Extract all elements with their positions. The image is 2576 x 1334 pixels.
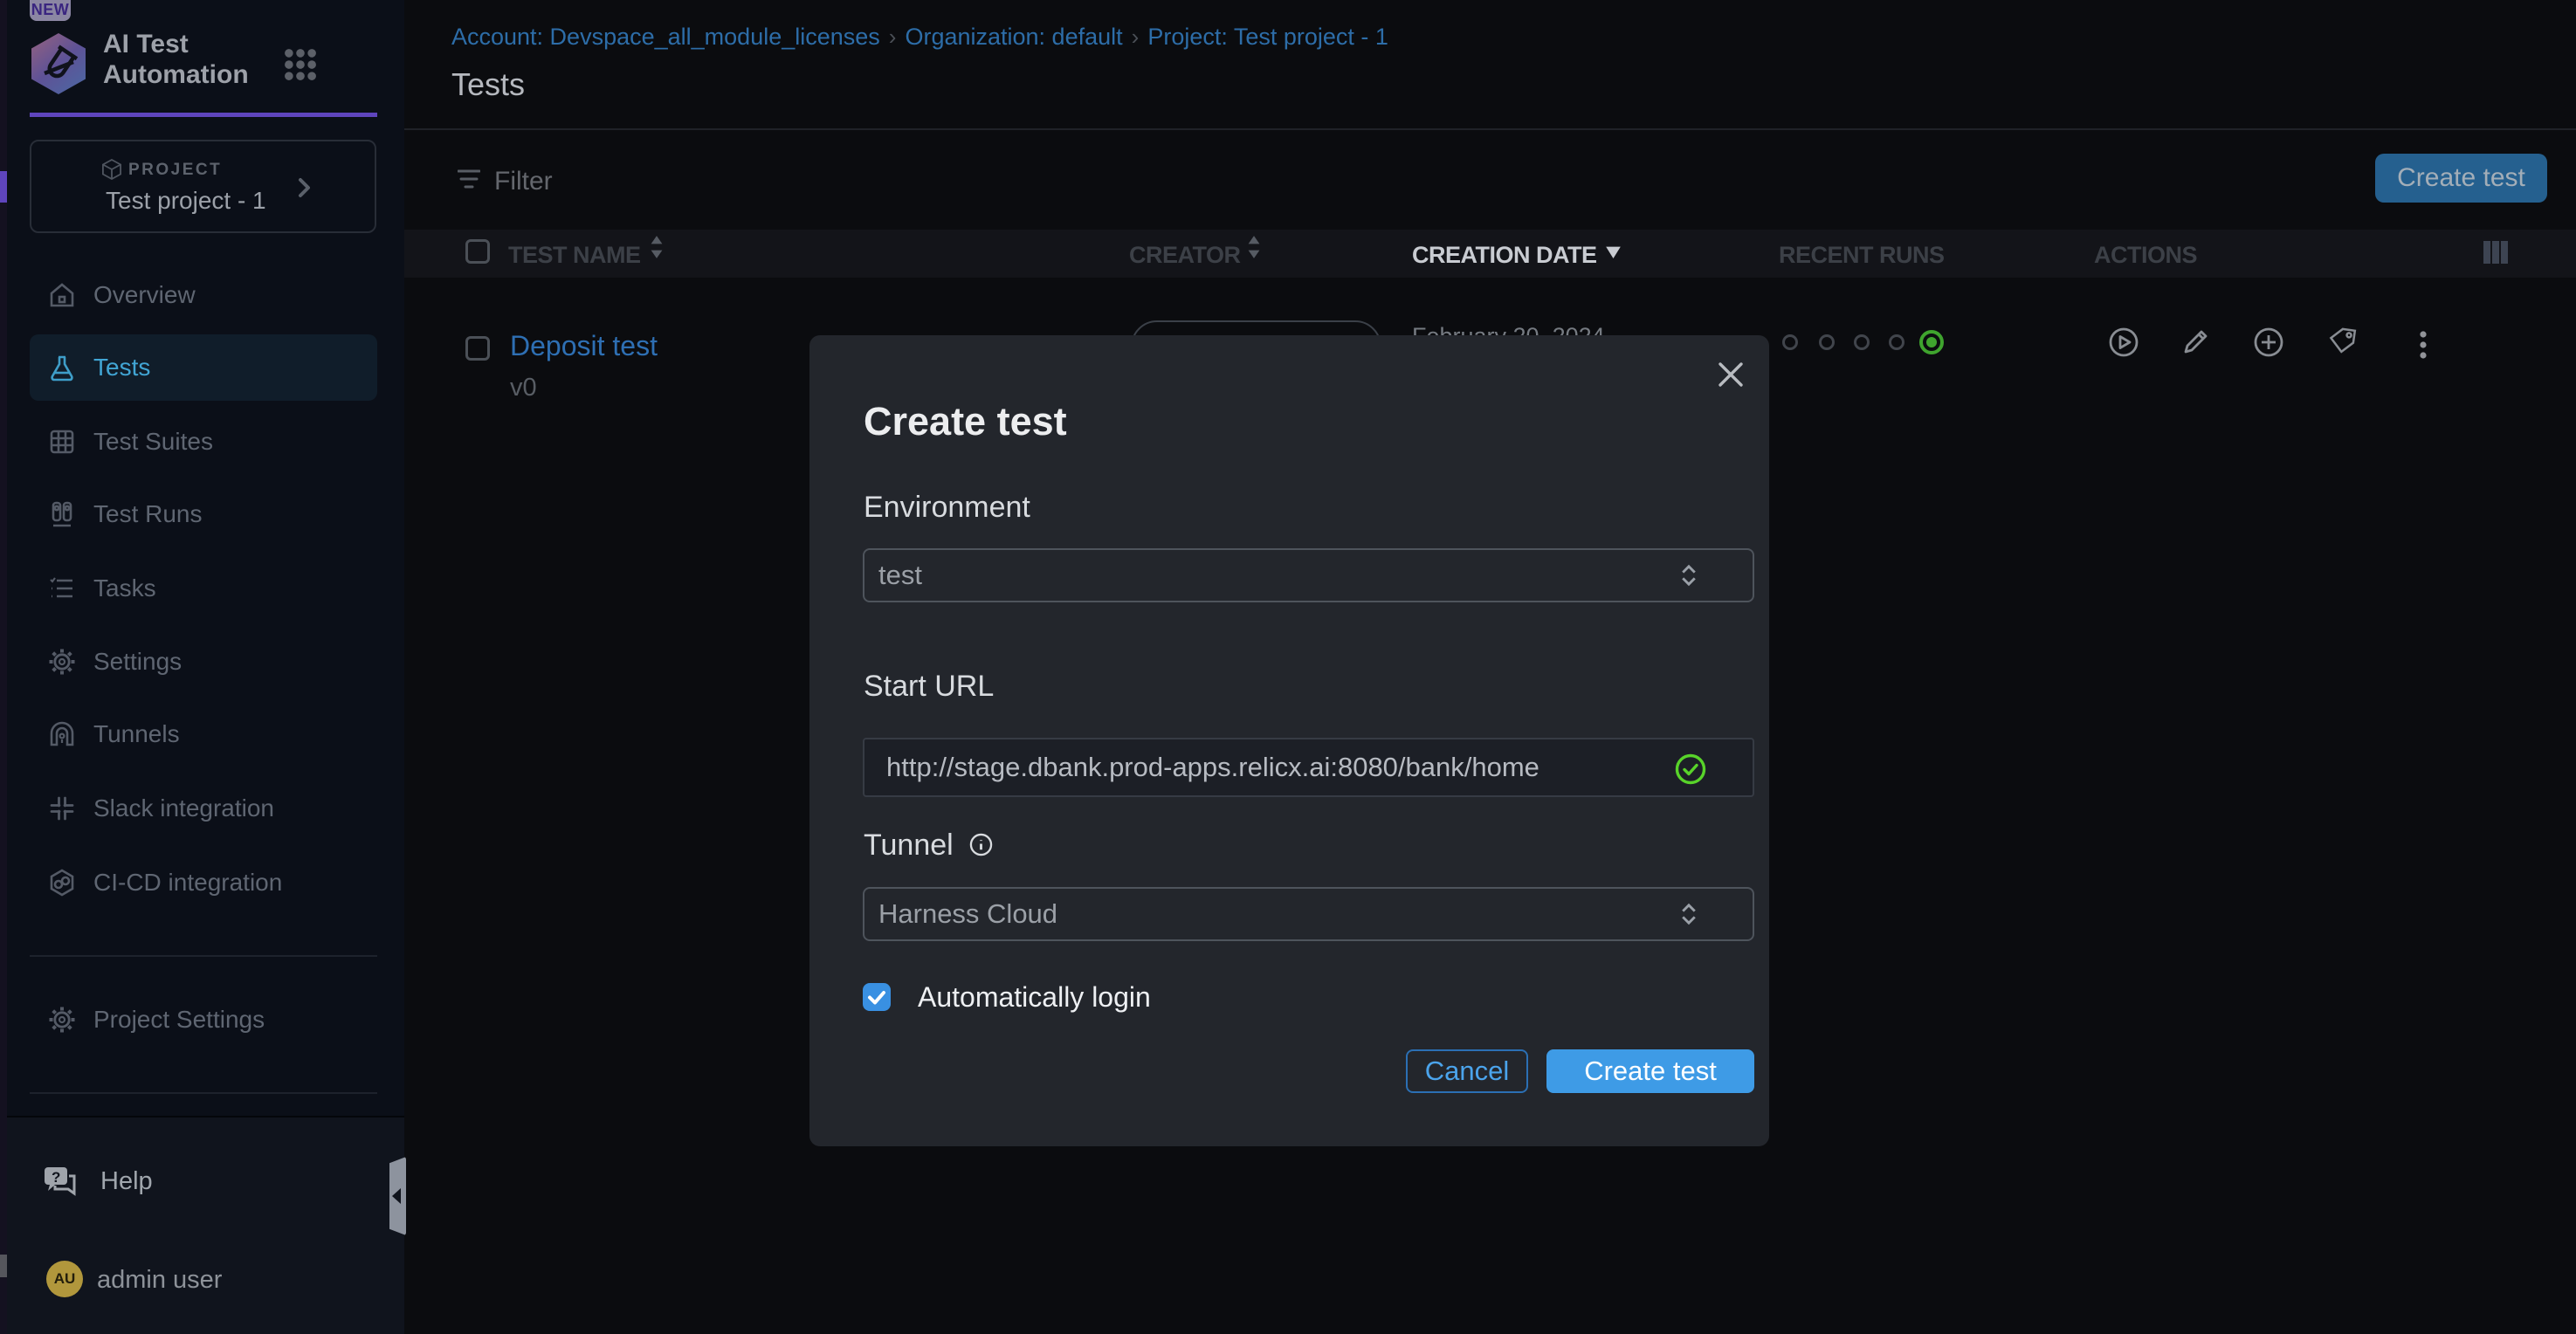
svg-text:?: ? xyxy=(52,1169,60,1186)
